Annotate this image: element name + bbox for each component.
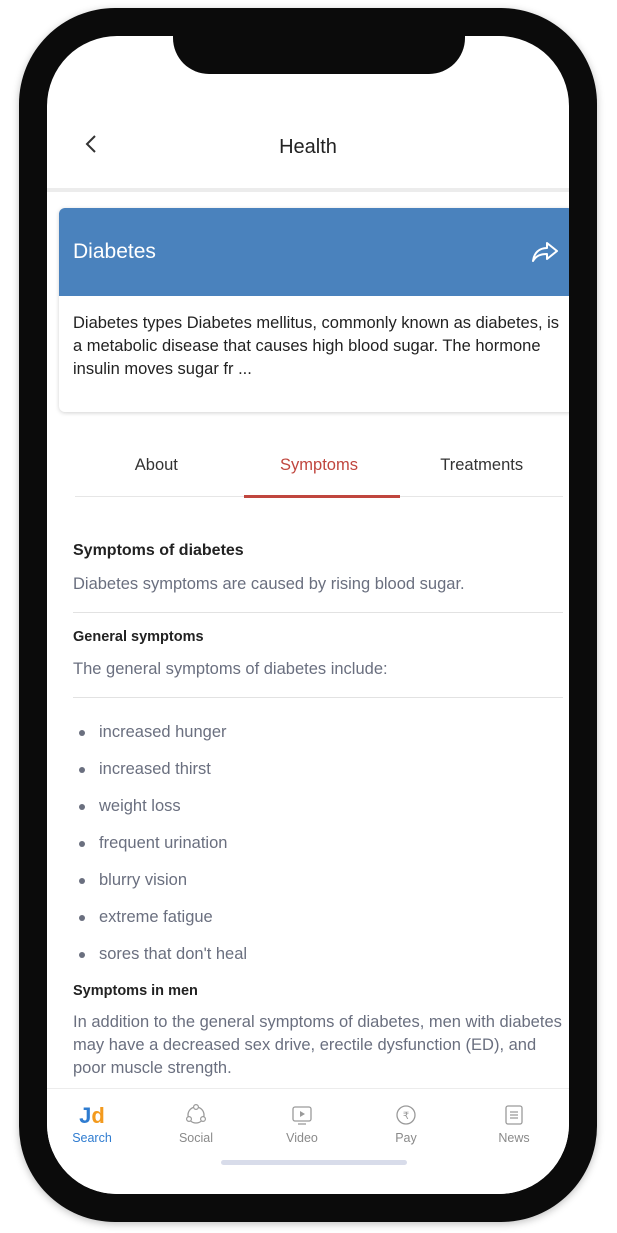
list-item: increased hunger [73,714,563,751]
disease-card: Diabetes Diabetes types Diabetes mellitu… [59,208,569,412]
share-button[interactable] [530,238,560,266]
phone-frame: Health Diabetes Diabetes types Diabetes … [19,8,597,1222]
page-title: Health [279,136,337,158]
men-symptoms-text: In addition to the general symptoms of d… [73,1013,562,1077]
list-item: sores that don't heal [73,936,563,973]
list-item: frequent urination [73,825,563,862]
share-icon [532,242,558,262]
section-heading: Symptoms of diabetes [73,542,244,559]
bullet-icon [79,914,85,921]
list-item-text: frequent urination [99,834,228,852]
list-item: increased thirst [73,751,563,788]
app-header: Health [47,108,569,192]
home-indicator[interactable] [221,1160,407,1165]
list-item: blurry vision [73,862,563,899]
symptom-list: increased hunger increased thirst weight… [73,714,563,973]
tab-about[interactable]: About [75,454,238,496]
bullet-icon [79,840,85,847]
card-description: Diabetes types Diabetes mellitus, common… [73,314,560,378]
symptoms-content: Symptoms of diabetes Diabetes symptoms a… [73,542,563,1080]
nav-social[interactable]: Social [161,1099,231,1145]
tab-treatments[interactable]: Treatments [400,454,563,496]
general-symptoms-intro: The general symptoms of diabetes include… [73,660,388,678]
tab-bar: About Symptoms Treatments [75,454,563,498]
nav-pay[interactable]: ₹ Pay [371,1099,441,1145]
bullet-icon [79,766,85,773]
list-item: weight loss [73,788,563,825]
section-intro: Diabetes symptoms are caused by rising b… [73,575,465,593]
list-item-text: increased hunger [99,723,227,741]
list-item-text: sores that don't heal [99,945,248,963]
card-header: Diabetes [59,208,569,296]
rupee-icon: ₹ [371,1099,441,1127]
tab-symptoms[interactable]: Symptoms [238,454,401,498]
social-icon [161,1099,231,1127]
bottom-nav: Jd Search Social Video ₹ Pay News [47,1088,569,1194]
nav-news[interactable]: News [479,1099,549,1145]
nav-label: Pay [395,1131,417,1145]
nav-label: Social [178,1131,214,1145]
divider [73,612,563,613]
nav-search[interactable]: Jd Search [57,1099,127,1146]
bullet-icon [79,803,85,810]
news-icon [479,1099,549,1127]
general-symptoms-heading: General symptoms [73,629,204,645]
divider [73,697,563,698]
nav-label: Search [72,1131,112,1145]
nav-video[interactable]: Video [267,1099,337,1145]
jd-logo-icon: Jd [79,1103,105,1128]
list-item-text: blurry vision [99,871,188,889]
phone-screen: Health Diabetes Diabetes types Diabetes … [47,36,569,1194]
svg-text:₹: ₹ [403,1111,409,1122]
bullet-icon [79,951,85,958]
list-item: extreme fatigue [73,899,563,936]
bullet-icon [79,877,85,884]
video-icon [267,1099,337,1127]
nav-label: News [498,1131,530,1145]
nav-label: Video [286,1131,318,1145]
men-symptoms-heading: Symptoms in men [73,983,198,999]
list-item-text: weight loss [99,797,181,815]
phone-notch [173,36,465,74]
bullet-icon [79,729,85,736]
card-title: Diabetes [73,240,156,263]
list-item-text: extreme fatigue [99,908,213,926]
list-item-text: increased thirst [99,760,211,778]
